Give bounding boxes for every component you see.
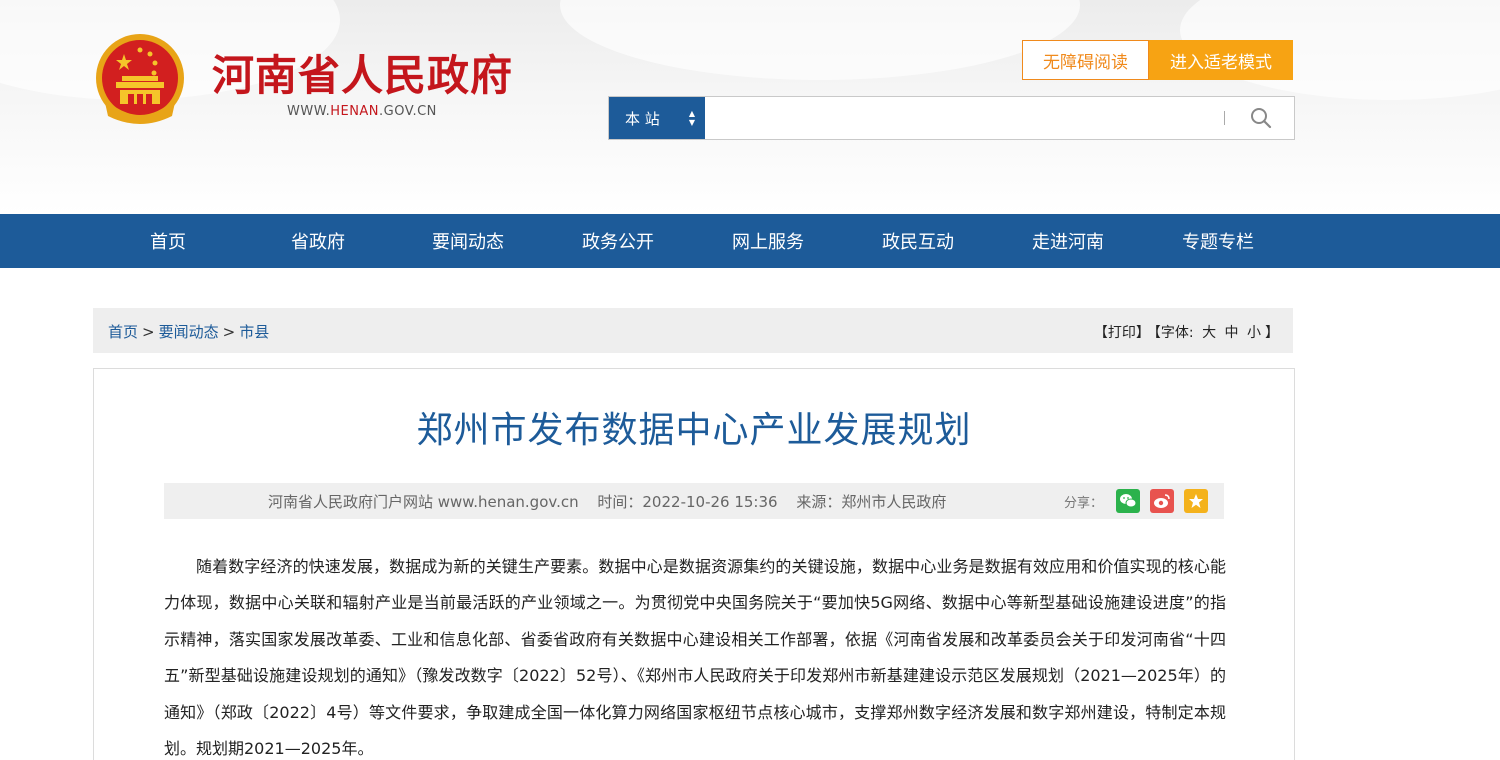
article-time: 时间：2022-10-26 15:36	[597, 493, 778, 511]
font-medium-button[interactable]: 中	[1225, 325, 1239, 341]
breadcrumb-separator: >	[222, 323, 236, 341]
article-meta-text: 河南省人民政府门户网站 www.henan.gov.cn 时间：2022-10-…	[268, 491, 960, 512]
breadcrumb: 首页 > 要闻动态 > 市县	[108, 321, 269, 342]
weibo-icon[interactable]	[1150, 489, 1174, 513]
nav-item-government[interactable]: 省政府	[243, 214, 393, 268]
nav-item-interaction[interactable]: 政民互动	[843, 214, 993, 268]
nav-item-online-services[interactable]: 网上服务	[693, 214, 843, 268]
site-header: 河南省人民政府 WWW.HENAN.GOV.CN 无障碍阅读 进入适老模式 本 …	[0, 0, 1500, 214]
font-size-close: 】	[1265, 325, 1279, 341]
article-title: 郑州市发布数据中心产业发展规划	[416, 410, 972, 451]
site-url-highlight: HENAN	[330, 104, 380, 119]
breadcrumb-home[interactable]: 首页	[108, 323, 138, 341]
breadcrumb-county[interactable]: 市县	[239, 323, 269, 341]
article-site: 河南省人民政府门户网站 www.henan.gov.cn	[268, 493, 579, 511]
print-button[interactable]: 【打印】	[1094, 325, 1150, 341]
search-scope-label: 本 站	[625, 109, 660, 128]
accessibility-reading-button[interactable]: 无障碍阅读	[1022, 40, 1149, 80]
site-url-suffix: .GOV.CN	[379, 104, 437, 119]
font-size-label: 【字体:	[1153, 325, 1194, 341]
site-url-prefix: WWW.	[287, 104, 331, 119]
star-icon[interactable]	[1184, 489, 1208, 513]
search-box: 本 站 ▲ ▼	[608, 96, 1295, 140]
wechat-icon[interactable]	[1116, 489, 1140, 513]
font-small-button[interactable]: 小	[1247, 325, 1261, 341]
share-label: 分享：	[1064, 496, 1104, 511]
site-url[interactable]: WWW.HENAN.GOV.CN	[287, 104, 437, 119]
article-meta: 河南省人民政府门户网站 www.henan.gov.cn 时间：2022-10-…	[164, 483, 1224, 519]
nav-item-home[interactable]: 首页	[93, 214, 243, 268]
search-input[interactable]	[709, 99, 1219, 137]
page-tools: 【打印】 【字体: 大 中 小】	[1090, 322, 1279, 342]
sort-arrows-icon: ▲ ▼	[688, 109, 695, 127]
font-large-button[interactable]: 大	[1202, 325, 1216, 341]
breadcrumb-bar: 首页 > 要闻动态 > 市县 【打印】 【字体: 大 中 小】	[93, 308, 1293, 353]
site-title[interactable]: 河南省人民政府	[212, 42, 513, 103]
search-scope-select[interactable]: 本 站 ▲ ▼	[609, 97, 705, 139]
header-background-cloud	[560, 0, 1080, 80]
nav-item-gov-affairs[interactable]: 政务公开	[543, 214, 693, 268]
article-body: 随着数字经济的快速发展，数据成为新的关键生产要素。数据中心是数据资源集约的关键设…	[164, 557, 1226, 759]
breadcrumb-separator: >	[142, 323, 155, 341]
article-panel: 郑州市发布数据中心产业发展规划 河南省人民政府门户网站 www.henan.go…	[93, 368, 1295, 760]
main-nav: 首页 省政府 要闻动态 政务公开 网上服务 政民互动 走进河南 专题专栏	[0, 214, 1500, 268]
elder-mode-button[interactable]: 进入适老模式	[1149, 40, 1293, 80]
article-source: 来源：郑州市人民政府	[796, 493, 947, 511]
breadcrumb-news[interactable]: 要闻动态	[159, 323, 219, 341]
nav-item-news[interactable]: 要闻动态	[393, 214, 543, 268]
search-icon[interactable]	[1241, 103, 1281, 133]
nav-item-special-topics[interactable]: 专题专栏	[1143, 214, 1293, 268]
nav-item-about-henan[interactable]: 走进河南	[993, 214, 1143, 268]
search-divider	[1224, 111, 1225, 125]
national-emblem-icon	[96, 34, 184, 124]
